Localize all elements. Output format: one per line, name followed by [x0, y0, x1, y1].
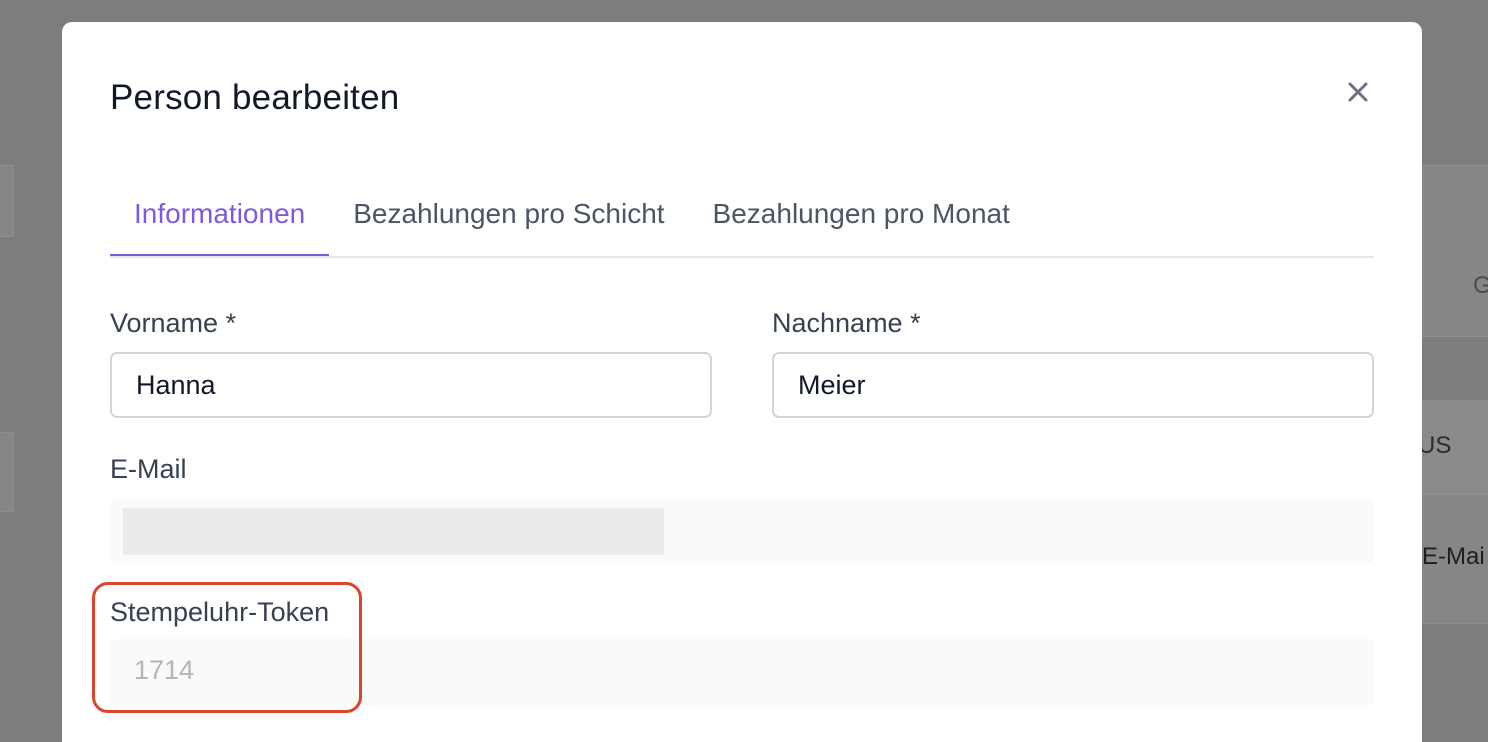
modal-title: Person bearbeiten [110, 78, 400, 117]
email-label: E-Mail [110, 454, 187, 484]
close-button[interactable] [1338, 72, 1378, 112]
first-name-input[interactable] [110, 352, 712, 418]
last-name-label: Nachname * [772, 308, 921, 338]
token-field: 1714 [110, 639, 1374, 705]
last-name-input[interactable] [772, 352, 1374, 418]
first-name-label: Vorname * [110, 308, 237, 338]
close-icon [1348, 82, 1368, 102]
background-card [0, 165, 14, 237]
background-text: G [1473, 272, 1488, 299]
background-text: US [1418, 432, 1452, 459]
tab-payments-per-month[interactable]: Bezahlungen pro Monat [689, 186, 1034, 256]
background-card [1420, 165, 1488, 337]
email-field [110, 497, 1374, 563]
tab-informationen[interactable]: Informationen [110, 186, 330, 256]
background-card [0, 432, 14, 512]
tab-payments-per-shift[interactable]: Bezahlungen pro Schicht [329, 186, 688, 256]
edit-person-modal: Person bearbeiten Informationen Bezahlun… [62, 22, 1422, 742]
tab-bar: Informationen Bezahlungen pro Schicht Be… [110, 186, 1374, 258]
background-text: E-Mai [1422, 543, 1485, 570]
token-label: Stempeluhr-Token [110, 597, 330, 627]
token-value: 1714 [134, 655, 195, 685]
redacted-email-value [123, 508, 664, 555]
